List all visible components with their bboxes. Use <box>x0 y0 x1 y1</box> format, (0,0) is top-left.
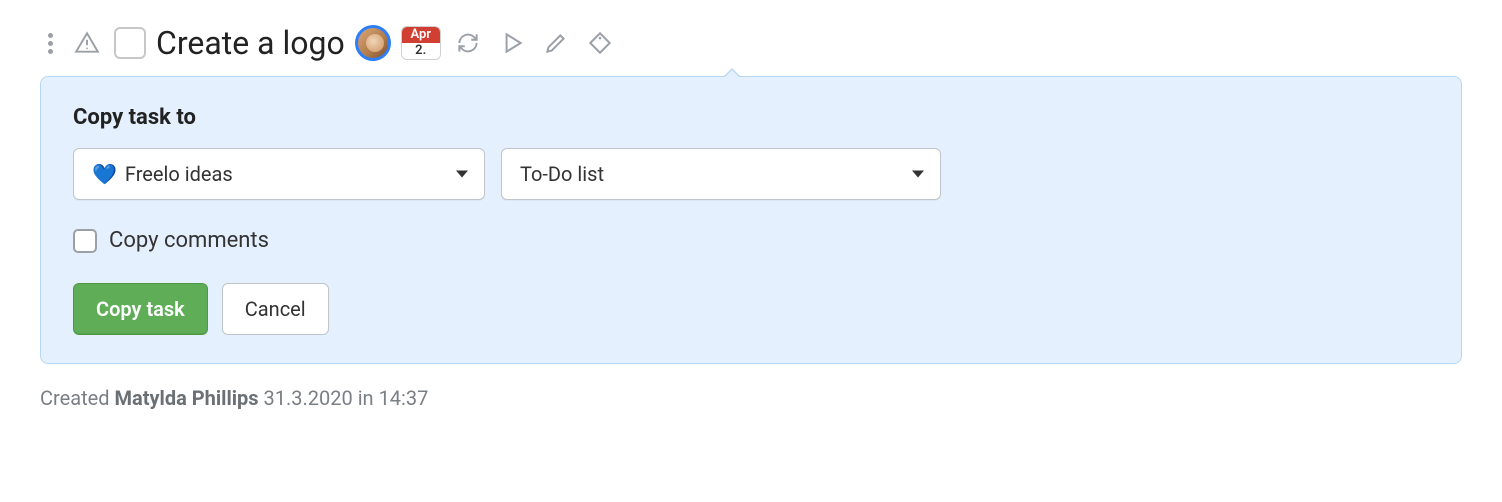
tag-icon[interactable] <box>583 28 617 58</box>
warning-icon[interactable] <box>70 28 104 58</box>
list-select-value: To-Do list <box>520 162 604 186</box>
task-header: Create a logo Apr 2. <box>40 20 1462 72</box>
copy-comments-checkbox[interactable] <box>73 229 97 253</box>
copy-comments-label: Copy comments <box>109 228 269 253</box>
due-month: Apr <box>402 27 440 43</box>
panel-arrow-icon <box>723 68 741 77</box>
more-menu-icon[interactable] <box>40 33 60 54</box>
list-select[interactable]: To-Do list <box>501 148 941 200</box>
author-name: Matylda Phillips <box>114 386 258 410</box>
play-icon[interactable] <box>495 28 529 58</box>
edit-icon[interactable] <box>539 28 573 58</box>
chevron-down-icon <box>912 171 924 178</box>
copy-task-button[interactable]: Copy task <box>73 283 208 335</box>
action-buttons: Copy task Cancel <box>73 283 1429 335</box>
heart-icon: 💙 <box>92 162 117 186</box>
created-timestamp: 31.3.2020 in 14:37 <box>259 386 429 410</box>
task-complete-checkbox[interactable] <box>114 27 146 59</box>
project-select[interactable]: 💙 Freelo ideas <box>73 148 485 200</box>
copy-comments-row: Copy comments <box>73 228 1429 253</box>
created-prefix: Created <box>40 386 114 410</box>
chevron-down-icon <box>456 171 468 178</box>
cancel-button[interactable]: Cancel <box>222 283 329 335</box>
project-select-value: Freelo ideas <box>125 162 233 186</box>
assignee-avatar[interactable] <box>355 25 391 61</box>
due-date-badge[interactable]: Apr 2. <box>401 26 441 61</box>
refresh-icon[interactable] <box>451 28 485 58</box>
destination-selects: 💙 Freelo ideas To-Do list <box>73 148 1429 200</box>
panel-title: Copy task to <box>73 105 1429 130</box>
created-meta: Created Matylda Phillips 31.3.2020 in 14… <box>40 386 1462 410</box>
task-title: Create a logo <box>156 24 345 62</box>
due-day: 2. <box>402 43 440 59</box>
copy-task-panel: Copy task to 💙 Freelo ideas To-Do list C… <box>40 76 1462 364</box>
